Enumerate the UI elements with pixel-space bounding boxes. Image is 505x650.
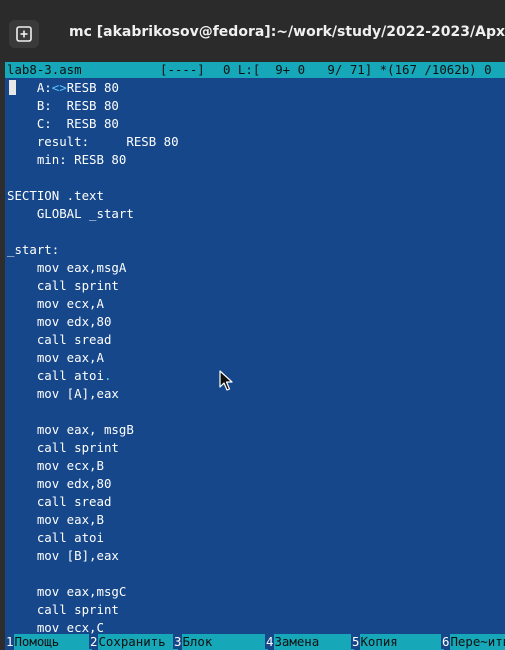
code-line: mov edx,80 — [7, 314, 112, 329]
code-line: mov edx,80 — [7, 476, 112, 491]
fkey-5[interactable]: 5Копия — [351, 634, 445, 650]
code-line: GLOBAL _start — [7, 206, 134, 221]
code-line: A:<>RESB 80 — [7, 79, 119, 97]
code-line: mov eax,A — [7, 350, 104, 365]
fkey-label: Сохранить — [98, 634, 179, 650]
fkey-number: 4 — [265, 634, 275, 649]
trailing-whitespace-marker: . — [103, 368, 112, 383]
mc-editor[interactable]: lab8-3.asm [----] 0 L:[ 9+ 0 9/ 71] *(16… — [5, 62, 505, 650]
code-text: call atoi — [7, 368, 104, 383]
fkey-4[interactable]: 4Замена — [265, 634, 355, 650]
status-flags: [----] — [160, 62, 205, 77]
code-line: mov ecx,B — [7, 458, 104, 473]
fkey-label: Копия — [360, 634, 445, 650]
code-line: mov [B],eax — [7, 548, 119, 563]
code-line: B: RESB 80 — [7, 98, 119, 113]
fkey-label: Помощь — [14, 634, 93, 650]
code-line: mov eax,msgA — [7, 260, 127, 275]
code-line: result: RESB 80 — [7, 134, 179, 149]
status-position: 0 L:[ 9+ 0 9/ 71] *(167 /1062b) 0 — [223, 62, 492, 77]
function-key-bar: 1Помощь 2Сохранить 3Блок 4Замена 5Копия 6Пере… — [5, 634, 505, 650]
fkey-2[interactable]: 2Сохранить — [89, 634, 179, 650]
status-filename: lab8-3.asm — [7, 62, 82, 77]
code-line: mov eax, msgB — [7, 422, 134, 437]
code-text: RESB 80 — [66, 80, 119, 95]
fkey-label: Замена — [274, 634, 355, 650]
mouse-pointer-icon — [219, 370, 233, 397]
fkey-number: 3 — [173, 634, 183, 649]
code-line: mov ecx,A — [7, 296, 104, 311]
code-line: C: RESB 80 — [7, 116, 119, 131]
cursor-marker: <> — [51, 80, 67, 95]
fkey-number: 5 — [351, 634, 361, 649]
code-line: call atoi — [7, 530, 104, 545]
fkey-number: 6 — [441, 634, 451, 649]
fkey-label: Блок — [182, 634, 269, 650]
code-line: call sprint — [7, 440, 119, 455]
editor-status-bar: lab8-3.asm [----] 0 L:[ 9+ 0 9/ 71] *(16… — [5, 62, 505, 78]
code-line: _start: — [7, 242, 60, 257]
text-cursor — [9, 80, 16, 95]
code-line: call sread — [7, 494, 112, 509]
terminal-window: mc [akabrikosov@fedora]:~/work/study/202… — [0, 0, 505, 650]
fkey-label: Пере~ить — [450, 634, 505, 650]
code-line: call sread — [7, 332, 112, 347]
plus-square-icon — [16, 26, 32, 42]
code-line: call sprint — [7, 278, 119, 293]
code-line: SECTION .text — [7, 188, 104, 203]
fkey-number: 2 — [89, 634, 99, 649]
editor-text-area[interactable]: A:<>RESB 80 B: RESB 80 C: RESB 80 result… — [5, 78, 505, 635]
fkey-1[interactable]: 1Помощь — [5, 634, 93, 650]
fkey-number: 1 — [5, 634, 15, 649]
title-bar: mc [akabrikosov@fedora]:~/work/study/202… — [0, 0, 505, 62]
code-line: mov eax,B — [7, 512, 104, 527]
fkey-3[interactable]: 3Блок — [173, 634, 269, 650]
code-line: min: RESB 80 — [7, 152, 127, 167]
code-line: mov eax,msgC — [7, 584, 127, 599]
code-line: mov [A],eax — [7, 386, 119, 401]
code-line: call sprint — [7, 602, 119, 617]
window-title: mc [akabrikosov@fedora]:~/work/study/202… — [69, 24, 505, 40]
code-line: call atoi. — [7, 367, 112, 385]
new-tab-button[interactable] — [9, 20, 39, 48]
fkey-6[interactable]: 6Пере~ить — [441, 634, 505, 650]
